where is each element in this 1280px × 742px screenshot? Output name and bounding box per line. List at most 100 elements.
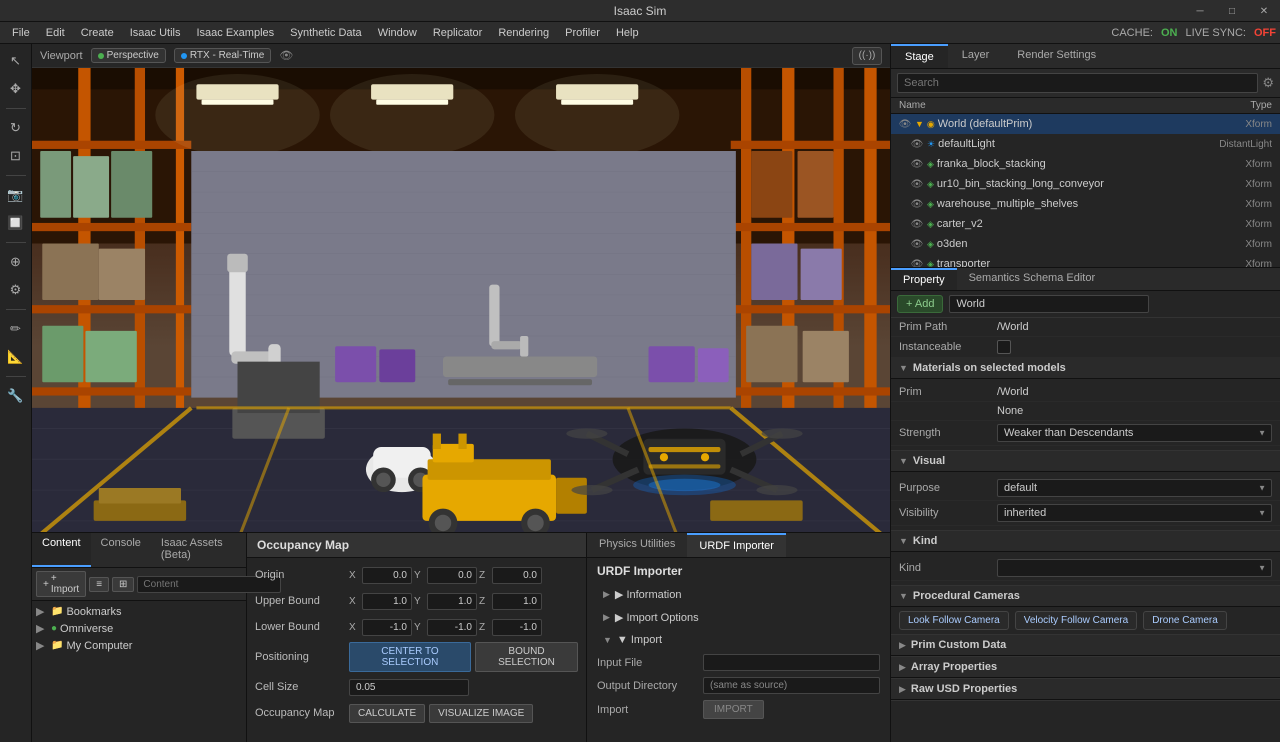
world-vis[interactable]: 👁 — [895, 119, 915, 130]
stage-row-transporter[interactable]: 👁 ◈ transporter Xform — [891, 254, 1280, 268]
import-section[interactable]: ▼ ▼ Import — [597, 630, 880, 650]
lower-x-input[interactable] — [362, 619, 412, 636]
prim-name-input[interactable] — [949, 295, 1149, 313]
tab-layer[interactable]: Layer — [948, 44, 1004, 68]
toolbar-measure[interactable]: 📐 — [3, 344, 29, 370]
stage-search-input[interactable] — [897, 73, 1258, 93]
toolbar-gizmo[interactable]: ⊕ — [3, 249, 29, 275]
stage-row-world[interactable]: 👁 ▼ ◉ World (defaultPrim) Xform — [891, 114, 1280, 134]
tab-console[interactable]: Console — [91, 533, 151, 567]
stage-row-o3den[interactable]: 👁 ◈ o3den Xform — [891, 234, 1280, 254]
tab-physics[interactable]: Physics Utilities — [587, 533, 687, 557]
array-props-header[interactable]: ▶ Array Properties — [891, 657, 1280, 678]
visual-section-header[interactable]: ▼ Visual — [891, 451, 1280, 472]
lower-z-input[interactable] — [492, 619, 542, 636]
stage-row-ur10[interactable]: 👁 ◈ ur10_bin_stacking_long_conveyor Xfor… — [891, 174, 1280, 194]
upper-x-input[interactable] — [362, 593, 412, 610]
tab-render-settings[interactable]: Render Settings — [1003, 44, 1110, 68]
information-section[interactable]: ▶ ▶ Information — [597, 584, 880, 605]
perspective-badge[interactable]: Perspective — [91, 48, 166, 63]
o3den-vis[interactable]: 👁 — [907, 239, 927, 250]
menu-rendering[interactable]: Rendering — [490, 25, 557, 41]
menu-window[interactable]: Window — [370, 25, 425, 41]
toolbar-snap[interactable]: 🔲 — [3, 210, 29, 236]
visualize-button[interactable]: VISUALIZE IMAGE — [429, 704, 533, 723]
toolbar-wrench[interactable]: 🔧 — [3, 383, 29, 409]
look-follow-camera-btn[interactable]: Look Follow Camera — [899, 611, 1009, 630]
strength-select[interactable]: Weaker than Descendants Stronger than De… — [997, 424, 1272, 442]
tab-property[interactable]: Property — [891, 268, 957, 290]
tab-semantics[interactable]: Semantics Schema Editor — [957, 268, 1108, 290]
toolbar-scale[interactable]: ⊡ — [3, 143, 29, 169]
origin-z-input[interactable] — [492, 567, 542, 584]
menu-profiler[interactable]: Profiler — [557, 25, 608, 41]
instanceable-checkbox[interactable] — [997, 340, 1011, 354]
carter-vis[interactable]: 👁 — [907, 219, 927, 230]
kind-select[interactable]: component group assembly — [997, 559, 1272, 577]
import-button[interactable]: IMPORT — [703, 700, 764, 719]
menu-edit[interactable]: Edit — [38, 25, 73, 41]
grid-button[interactable]: ⊞ — [112, 577, 134, 592]
menu-create[interactable]: Create — [73, 25, 122, 41]
light-vis[interactable]: 👁 — [907, 139, 927, 150]
maximize-button[interactable]: □ — [1216, 0, 1248, 22]
velocity-follow-camera-btn[interactable]: Velocity Follow Camera — [1015, 611, 1137, 630]
toolbar-rotate[interactable]: ↻ — [3, 115, 29, 141]
menu-help[interactable]: Help — [608, 25, 647, 41]
stage-row-defaultlight[interactable]: 👁 ☀ defaultLight DistantLight — [891, 134, 1280, 154]
transporter-vis[interactable]: 👁 — [907, 259, 927, 269]
rtx-badge[interactable]: RTX - Real-Time — [174, 48, 271, 63]
stage-row-carter[interactable]: 👁 ◈ carter_v2 Xform — [891, 214, 1280, 234]
upper-z-input[interactable] — [492, 593, 542, 610]
toolbar-select[interactable]: ↖ — [3, 48, 29, 74]
output-dir-input[interactable] — [703, 677, 880, 694]
stage-row-franka[interactable]: 👁 ◈ franka_block_stacking Xform — [891, 154, 1280, 174]
tab-stage[interactable]: Stage — [891, 44, 948, 68]
raw-usd-header[interactable]: ▶ Raw USD Properties — [891, 679, 1280, 700]
import-button[interactable]: + + Import — [36, 571, 86, 597]
menu-synthetic-data[interactable]: Synthetic Data — [282, 25, 370, 41]
materials-section-header[interactable]: ▼ Materials on selected models — [891, 358, 1280, 379]
viewport-sound[interactable]: ((·)) — [852, 47, 882, 65]
tree-omniverse[interactable]: ▶ ● Omniverse — [32, 620, 246, 637]
center-to-selection-btn[interactable]: CENTER TO SELECTION — [349, 642, 471, 672]
proc-cameras-header[interactable]: ▼ Procedural Cameras — [891, 586, 1280, 607]
filter-icon[interactable]: ⚙ — [1262, 75, 1274, 91]
toolbar-move[interactable]: ✥ — [3, 76, 29, 102]
visibility-select[interactable]: inherited visible invisible — [997, 504, 1272, 522]
calculate-button[interactable]: CALCULATE — [349, 704, 425, 723]
tab-isaac-assets[interactable]: Isaac Assets (Beta) — [151, 533, 246, 567]
stage-row-warehouse[interactable]: 👁 ◈ warehouse_multiple_shelves Xform — [891, 194, 1280, 214]
close-button[interactable]: ✕ — [1248, 0, 1280, 22]
tab-content[interactable]: Content — [32, 533, 91, 567]
drone-camera-btn[interactable]: Drone Camera — [1143, 611, 1227, 630]
input-file-input[interactable] — [703, 654, 880, 671]
menu-isaac-utils[interactable]: Isaac Utils — [122, 25, 189, 41]
prim-custom-header[interactable]: ▶ Prim Custom Data — [891, 635, 1280, 656]
origin-x-input[interactable] — [362, 567, 412, 584]
tab-urdf[interactable]: URDF Importer — [687, 533, 786, 557]
tree-bookmarks[interactable]: ▶ 📁 Bookmarks — [32, 603, 246, 620]
menu-file[interactable]: File — [4, 25, 38, 41]
minimize-button[interactable]: ─ — [1184, 0, 1216, 22]
purpose-select[interactable]: default render proxy guide — [997, 479, 1272, 497]
viewport-eye-icon[interactable]: 👁 — [279, 49, 293, 62]
menu-replicator[interactable]: Replicator — [425, 25, 491, 41]
origin-y-input[interactable] — [427, 567, 477, 584]
toolbar-settings[interactable]: ⚙ — [3, 277, 29, 303]
cell-size-input[interactable] — [349, 679, 469, 696]
ur10-vis[interactable]: 👁 — [907, 179, 927, 190]
upper-y-input[interactable] — [427, 593, 477, 610]
bound-selection-btn[interactable]: BOUND SELECTION — [475, 642, 578, 672]
kind-section-header[interactable]: ▼ Kind — [891, 531, 1280, 552]
menu-isaac-examples[interactable]: Isaac Examples — [188, 25, 282, 41]
import-options-section[interactable]: ▶ ▶ Import Options — [597, 607, 880, 628]
toolbar-camera[interactable]: 📷 — [3, 182, 29, 208]
lower-y-input[interactable] — [427, 619, 477, 636]
add-property-button[interactable]: + Add — [897, 295, 943, 313]
toolbar-brush[interactable]: ✏ — [3, 316, 29, 342]
sort-button[interactable]: ≡ — [89, 577, 109, 592]
warehouse-vis[interactable]: 👁 — [907, 199, 927, 210]
tree-mycomputer[interactable]: ▶ 📁 My Computer — [32, 637, 246, 654]
franka-vis[interactable]: 👁 — [907, 159, 927, 170]
